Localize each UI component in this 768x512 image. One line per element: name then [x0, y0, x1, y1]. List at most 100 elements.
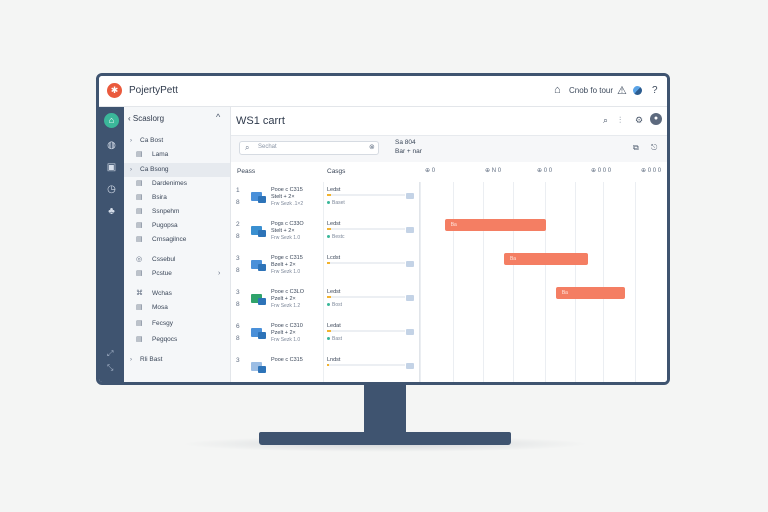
- nav-item[interactable]: ▤ Pugopsa: [124, 219, 230, 233]
- collapse-icon[interactable]: ⤡: [107, 363, 113, 373]
- chevron-right-icon: ›: [130, 167, 132, 173]
- nav-item[interactable]: › Ca Bsong: [124, 163, 230, 177]
- status-dot-icon[interactable]: [633, 86, 642, 95]
- nav-item-label: Wchas: [152, 290, 172, 297]
- row-index: 2: [236, 221, 240, 228]
- camera-icon[interactable]: ▣: [105, 161, 118, 174]
- clear-icon[interactable]: ⊗: [369, 143, 375, 151]
- status-dot: [327, 235, 330, 239]
- row-status: Lcdst: [327, 255, 341, 261]
- column-header-name[interactable]: Peass: [237, 168, 255, 175]
- row-state: Bost: [327, 302, 342, 308]
- nav-item-icon: ▤: [136, 270, 143, 277]
- progress-fill: [327, 296, 331, 298]
- nav-item-label: Fecsgy: [152, 320, 173, 327]
- column-divider: [323, 216, 324, 250]
- gantt-bar-label: Ba: [509, 256, 517, 262]
- timeline-header: ⊕ N 0: [485, 168, 502, 174]
- gantt-bar-label: Ba: [561, 290, 568, 296]
- nav-item-label: Pugopsa: [152, 222, 178, 229]
- flame-icon[interactable]: ✱: [107, 83, 122, 98]
- row-state: Bestc: [327, 234, 345, 240]
- contact-link[interactable]: Cnob fo tour: [569, 86, 613, 95]
- progress-bar: [327, 194, 405, 196]
- timeline-gridline: [453, 182, 454, 382]
- row-subindex: 8: [236, 199, 240, 206]
- table-row[interactable]: 3 8 Poge c C315 Bzelt + 2× Frw Sezk 1.0 Lcdst: [231, 250, 667, 285]
- table-row[interactable]: 6 8 Pooe c C310 Pzelt + 2× Frw Sezk 1.0 Ledat…: [231, 318, 667, 353]
- row-action-icon[interactable]: [406, 261, 414, 267]
- row-title: Pooe c C3LO: [271, 289, 305, 295]
- people-icon[interactable]: ♣: [105, 205, 118, 218]
- row-subtitle: Stelt + 2×: [271, 228, 295, 234]
- column-header-status[interactable]: Casgs: [327, 168, 345, 175]
- row-action-icon[interactable]: [406, 329, 414, 335]
- row-subindex: 8: [236, 335, 240, 342]
- row-action-icon[interactable]: [406, 295, 414, 301]
- nav-header: ‹ Scaslorg: [128, 114, 165, 123]
- table-row[interactable]: 1 8 Pooe c C315 Stelt + 2× Frw Sezk .1×2 Leds…: [231, 182, 667, 217]
- nav-item[interactable]: ◎ Cssebul: [124, 253, 230, 267]
- nav-item-icon: ▤: [136, 336, 143, 343]
- filter-icon[interactable]: ⫶: [619, 115, 621, 126]
- nav-item[interactable]: ▤ Pegqocs: [124, 333, 230, 347]
- gantt-bar[interactable]: Ba: [555, 287, 625, 299]
- progress-bar: [327, 262, 405, 264]
- chevron-up-icon[interactable]: ^: [216, 112, 220, 122]
- nav-item[interactable]: ⌘ Wchas: [124, 287, 230, 301]
- nav-item[interactable]: ▤ Dardenimes: [124, 177, 230, 191]
- row-title: Pogs c C33O: [271, 221, 304, 227]
- timeline-header: ⊕ 0 0: [537, 168, 553, 174]
- search-placeholder: Sechat: [258, 144, 277, 150]
- nav-item-label: Ca Bsong: [140, 166, 169, 173]
- row-title: Pooe c C315: [271, 187, 303, 193]
- bell-icon[interactable]: ⌂: [554, 84, 561, 96]
- help-icon[interactable]: ?: [652, 85, 658, 96]
- nav-item-label: Pcstue: [152, 270, 172, 277]
- nav-item[interactable]: ▤ Pcstue ›: [124, 267, 230, 281]
- nav-item-label: Bsira: [152, 194, 167, 201]
- nav-item-label: Crnsagilnce: [152, 236, 187, 243]
- row-meta: Frw Sezk 1.0: [271, 269, 301, 275]
- progress-bar: [327, 228, 405, 230]
- row-action-icon[interactable]: [406, 363, 414, 369]
- filter-toolbar: ⌕ Sechat ⊗ Sa 804 Bar + nar ⧉ ⎋: [231, 135, 667, 163]
- row-action-icon[interactable]: [406, 227, 414, 233]
- search-input[interactable]: ⌕ Sechat ⊗: [239, 141, 379, 155]
- chevron-right-icon[interactable]: ›: [218, 267, 220, 281]
- nav-item[interactable]: ▤ Lama: [124, 148, 230, 162]
- gear-icon[interactable]: ⚙: [635, 115, 643, 126]
- warning-icon[interactable]: ⚠: [617, 84, 627, 97]
- row-meta: Frw Sezk 1.2: [271, 303, 301, 309]
- nav-item-label: Ssnpehm: [152, 208, 180, 215]
- share-icon[interactable]: ⎋: [651, 143, 657, 153]
- nav-item[interactable]: ▤ Mosa: [124, 301, 230, 315]
- column-divider: [323, 284, 324, 318]
- timeline-gridline: [483, 182, 484, 382]
- gantt-bar[interactable]: Ba: [444, 219, 546, 231]
- selection-info: Sa 804 Bar + nar: [395, 139, 422, 155]
- clock-icon[interactable]: ◷: [105, 183, 118, 196]
- timeline-gridline: [603, 182, 604, 382]
- nav-item[interactable]: ▤ Ssnpehm: [124, 205, 230, 219]
- copy-icon[interactable]: ⧉: [633, 143, 639, 153]
- nav-item[interactable]: ▤ Bsira: [124, 191, 230, 205]
- gantt-bar[interactable]: Ba: [503, 253, 588, 265]
- home-icon[interactable]: ⌂: [104, 113, 119, 128]
- chat-icon[interactable]: ◍: [105, 139, 118, 152]
- row-action-icon[interactable]: [406, 193, 414, 199]
- status-dot: [327, 201, 330, 205]
- row-state-label: Bestc: [332, 234, 345, 240]
- expand-icon[interactable]: ⤢: [107, 349, 113, 359]
- row-meta: Frw Sezk 1.0: [271, 235, 301, 241]
- nav-item-label: Cssebul: [152, 256, 176, 263]
- search-icon[interactable]: ⌕: [603, 115, 608, 126]
- file-badge-icon: [258, 230, 266, 237]
- timeline-gridline: [513, 182, 514, 382]
- nav-item[interactable]: ▤ Fecsgy: [124, 317, 230, 331]
- nav-item[interactable]: › Rli Bast: [124, 353, 230, 367]
- avatar[interactable]: ●: [650, 113, 662, 125]
- nav-item[interactable]: ▤ Crnsagilnce: [124, 233, 230, 247]
- nav-item[interactable]: › Ca Bost: [124, 134, 230, 148]
- table-row[interactable]: 3 Pooe c C315 Lndst: [231, 352, 667, 382]
